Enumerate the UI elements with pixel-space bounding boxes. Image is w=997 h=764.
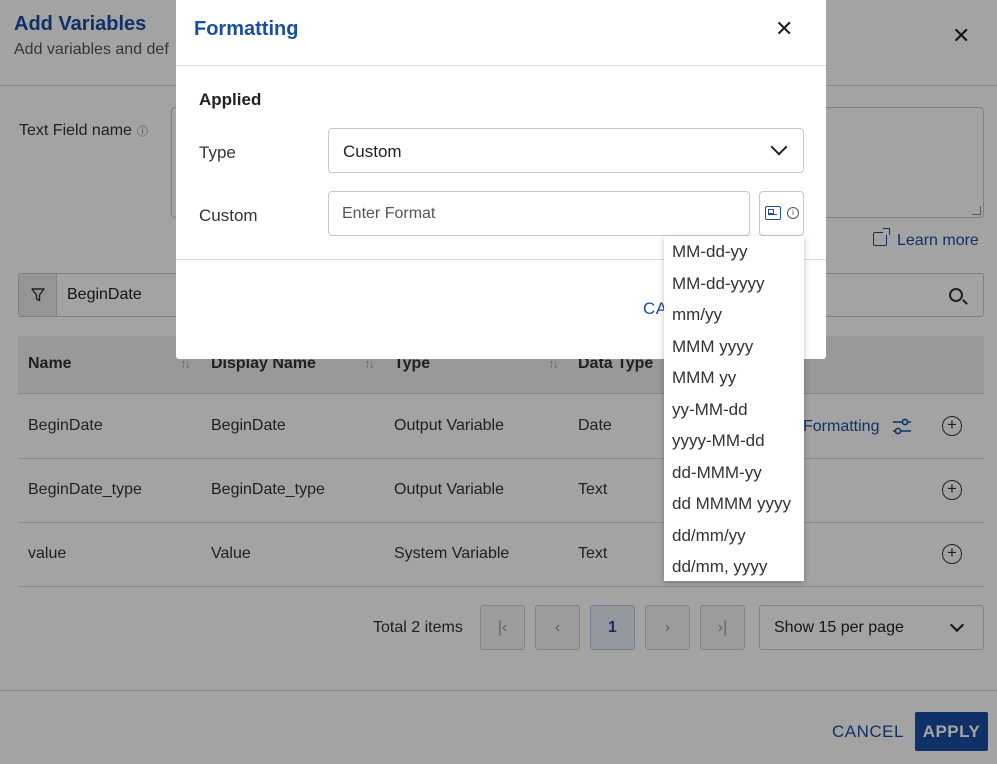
info-icon: i (787, 207, 799, 219)
custom-label: Custom (199, 206, 258, 225)
format-picker-button[interactable]: i (759, 191, 804, 236)
format-option[interactable]: MM-dd-yy (664, 240, 804, 272)
format-option[interactable]: dd/mm/yy (664, 524, 804, 556)
format-option[interactable]: dd/mm, yyyy (664, 555, 804, 587)
format-options-dropdown: MM-dd-yy MM-dd-yyyy mm/yy MMM yyyy MMM y… (664, 236, 804, 581)
close-icon[interactable]: ✕ (775, 18, 793, 40)
modal-title: Formatting (194, 18, 299, 40)
format-option[interactable]: mm/yy (664, 303, 804, 335)
format-option[interactable]: MMM yy (664, 366, 804, 398)
format-option[interactable]: yyyy-MM-dd (664, 429, 804, 461)
chevron-down-icon (770, 138, 788, 156)
format-option[interactable]: dd-MMM-yy (664, 461, 804, 493)
type-select[interactable]: Custom (328, 128, 804, 173)
type-label: Type (199, 143, 236, 162)
format-option[interactable]: yy-MM-dd (664, 398, 804, 430)
modal-header-divider (176, 65, 826, 66)
format-option[interactable]: MM-dd-yyyy (664, 272, 804, 304)
format-option[interactable]: dd MMMM yyyy (664, 492, 804, 524)
format-option[interactable]: MMM yyyy (664, 335, 804, 367)
custom-format-input[interactable] (328, 191, 750, 236)
modal-cancel-button[interactable]: CA (643, 299, 664, 319)
applied-heading: Applied (199, 90, 262, 109)
type-select-value: Custom (343, 142, 402, 161)
format-list-icon (765, 206, 781, 220)
